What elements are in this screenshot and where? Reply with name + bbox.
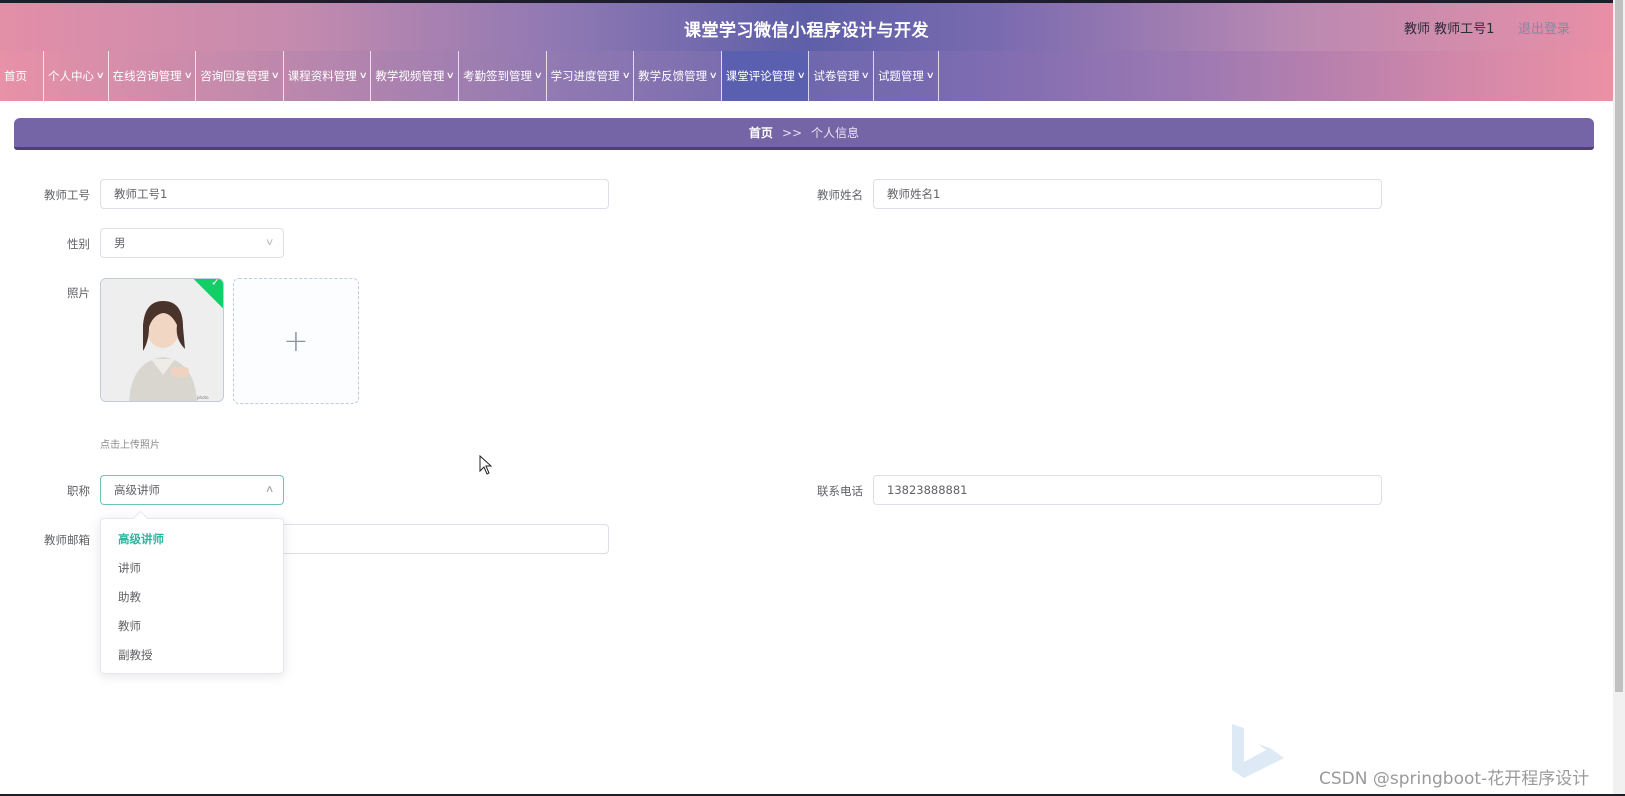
- svg-text:photo: photo: [197, 395, 209, 400]
- dropdown-option[interactable]: 助教: [101, 583, 283, 612]
- nav-item-label: 教学反馈管理: [638, 69, 708, 83]
- title-select[interactable]: 高级讲师 ∧: [100, 475, 284, 505]
- nav-item-2[interactable]: 在线咨询管理 ∨: [109, 51, 197, 101]
- teacher-id-input[interactable]: 教师工号1: [100, 179, 609, 209]
- nav-item-3[interactable]: 咨询回复管理 ∨: [196, 51, 284, 101]
- chevron-down-icon: ∨: [925, 71, 935, 81]
- dropdown-option[interactable]: 教师: [101, 612, 283, 641]
- title-label: 职称: [67, 484, 90, 498]
- nav-item-6[interactable]: 考勤签到管理 ∨: [459, 51, 547, 101]
- nav-item-5[interactable]: 教学视频管理 ∨: [371, 51, 459, 101]
- chevron-up-icon: ∧: [264, 484, 275, 495]
- gender-label: 性别: [67, 237, 90, 251]
- bing-logo-icon: [1232, 724, 1284, 778]
- top-header: 课堂学习微信小程序设计与开发 教师 教师工号1 退出登录: [0, 0, 1613, 51]
- current-user: 教师 教师工号1: [1404, 22, 1495, 37]
- teacher-name-value: 教师姓名1: [887, 187, 941, 201]
- mouse-cursor-icon: [479, 455, 493, 475]
- nav-item-8[interactable]: 教学反馈管理 ∨: [634, 51, 722, 101]
- photo-label: 照片: [67, 286, 90, 300]
- chevron-down-icon: ∨: [708, 71, 719, 81]
- chevron-down-icon: ∨: [270, 71, 281, 81]
- chevron-down-icon: ∨: [264, 237, 275, 248]
- gender-select[interactable]: 男 ∨: [100, 228, 284, 258]
- nav-item-label: 教学视频管理: [375, 69, 445, 83]
- nav-item-7[interactable]: 学习进度管理 ∨: [547, 51, 635, 101]
- breadcrumb: 首页 >> 个人信息: [14, 118, 1594, 150]
- nav-item-1[interactable]: 个人中心 ∨: [44, 51, 109, 101]
- nav-item-label: 试卷管理: [813, 69, 860, 83]
- breadcrumb-separator: >>: [781, 125, 803, 140]
- phone-label: 联系电话: [817, 484, 863, 498]
- nav-item-10[interactable]: 试卷管理 ∨: [809, 51, 874, 101]
- chevron-down-icon: ∨: [446, 71, 456, 81]
- app-title: 课堂学习微信小程序设计与开发: [684, 21, 929, 41]
- chevron-down-icon: ∨: [533, 71, 543, 81]
- nav-item-label: 考勤签到管理: [462, 69, 532, 83]
- nav-item-label: 咨询回复管理: [200, 69, 270, 83]
- nav-item-label: 学习进度管理: [550, 69, 620, 83]
- teacher-name-label: 教师姓名: [817, 188, 863, 202]
- photo-upload-button[interactable]: +: [233, 278, 359, 404]
- nav-item-label: 试题管理: [877, 69, 924, 83]
- breadcrumb-home[interactable]: 首页: [749, 124, 773, 141]
- nav-item-0[interactable]: 首页: [0, 51, 44, 101]
- email-label: 教师邮箱: [44, 533, 90, 547]
- plus-icon: +: [283, 323, 309, 359]
- title-dropdown: 高级讲师 讲师 助教 教师 副教授: [100, 510, 284, 674]
- nav-item-4[interactable]: 课程资料管理 ∨: [284, 51, 372, 101]
- portrait-image: photo: [101, 279, 223, 401]
- dropdown-option[interactable]: 讲师: [101, 554, 283, 583]
- logout-link[interactable]: 退出登录: [1518, 18, 1570, 37]
- teacher-id-label: 教师工号: [44, 188, 90, 202]
- chevron-down-icon: ∨: [796, 71, 806, 81]
- chevron-down-icon: ∨: [358, 71, 368, 81]
- teacher-name-input[interactable]: 教师姓名1: [873, 179, 1382, 209]
- upload-photo-tip: 点击上传照片: [100, 440, 160, 451]
- dropdown-option[interactable]: 高级讲师: [101, 525, 283, 554]
- vertical-scrollbar[interactable]: [1613, 0, 1625, 796]
- chevron-down-icon: ∨: [183, 71, 193, 81]
- uploaded-photo[interactable]: photo ✓: [100, 278, 224, 402]
- title-value: 高级讲师: [114, 483, 160, 497]
- phone-input[interactable]: 13823888881: [873, 475, 1382, 505]
- phone-value: 13823888881: [887, 483, 968, 497]
- main-nav: 首页 个人中心 ∨ 在线咨询管理 ∨ 咨询回复管理 ∨ 课程资料管理 ∨ 教学视频管理 ∨ 考勤签到管…: [0, 51, 1613, 101]
- dropdown-caret: [132, 510, 149, 527]
- nav-item-label: 在线咨询管理: [112, 69, 182, 83]
- scrollbar-thumb[interactable]: [1615, 0, 1623, 692]
- teacher-id-value: 教师工号1: [114, 187, 168, 201]
- breadcrumb-current: 个人信息: [811, 126, 860, 140]
- nav-item-11[interactable]: 试题管理 ∨: [874, 51, 939, 101]
- watermark-text: CSDN @springboot-花开程序设计: [1319, 769, 1590, 789]
- chevron-down-icon: ∨: [621, 71, 631, 81]
- nav-item-label: 首页: [4, 69, 27, 83]
- chevron-down-icon: ∨: [95, 71, 105, 81]
- nav-item-label: 课堂评论管理: [725, 69, 795, 83]
- dropdown-option[interactable]: 副教授: [101, 641, 283, 670]
- nav-item-9[interactable]: 课堂评论管理 ∨: [721, 51, 810, 101]
- gender-value: 男: [114, 236, 126, 250]
- check-icon: ✓: [211, 278, 220, 289]
- chevron-down-icon: ∨: [861, 71, 871, 81]
- nav-item-label: 课程资料管理: [287, 69, 357, 83]
- nav-item-label: 个人中心: [48, 69, 94, 83]
